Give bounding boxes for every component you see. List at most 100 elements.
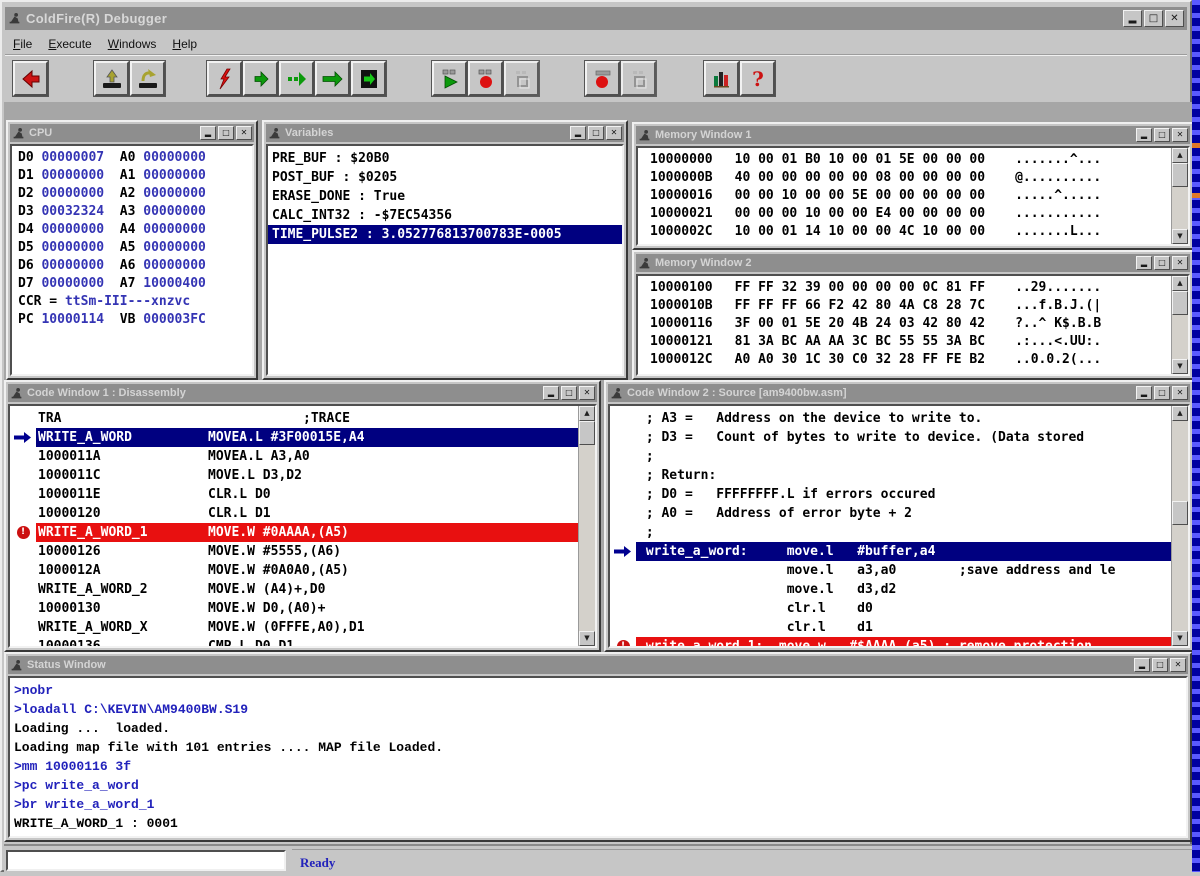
menu-execute[interactable]: Execute	[40, 35, 99, 53]
memory2-scroll-down-button[interactable]: ▼	[1172, 359, 1188, 374]
reload-program-button[interactable]	[130, 61, 165, 96]
code2-maximize-button[interactable]: □	[1154, 386, 1170, 400]
memory1-window-icon[interactable]	[638, 129, 651, 142]
memory1-maximize-button[interactable]: □	[1154, 128, 1170, 142]
memory2-minimize-button[interactable]: ▂	[1136, 256, 1152, 270]
step-into-button[interactable]	[243, 61, 278, 96]
menu-help[interactable]: Help	[164, 35, 205, 53]
source-row[interactable]: ; D0 = FFFFFFFF.L if errors occured	[610, 485, 1171, 504]
variables-minimize-button[interactable]: ▂	[570, 126, 586, 140]
memory2-scrollbar[interactable]: ▲▼	[1171, 276, 1188, 374]
variable-row[interactable]: TIME_PULSE2 : 3.052776813700783E-0005	[268, 225, 622, 244]
memory1-scrollbar[interactable]: ▲▼	[1171, 148, 1188, 244]
code-row[interactable]: !WRITE_A_WORD_1MOVE.W #0AAAA,(A5)	[10, 523, 578, 542]
variables-maximize-button[interactable]: □	[588, 126, 604, 140]
menu-file[interactable]: File	[5, 35, 40, 53]
memory-row[interactable]: 1000001600 00 10 00 00 5E 00 00 00 00 00…	[638, 187, 1171, 205]
memory1-titlebar[interactable]: Memory Window 1▂□✕	[636, 126, 1190, 144]
memory-row[interactable]: 1000002100 00 00 10 00 00 E4 00 00 00 00…	[638, 205, 1171, 223]
code2-scrollbar[interactable]: ▲▼	[1171, 406, 1188, 646]
app-close-button[interactable]: ✕	[1165, 10, 1184, 27]
back-button[interactable]	[13, 61, 48, 96]
run-to-button[interactable]	[351, 61, 386, 96]
code-row[interactable]: 10000136CMP.L D0,D1	[10, 637, 578, 646]
run-to-breakpoint-button[interactable]	[432, 61, 467, 96]
code-row[interactable]: 1000011CMOVE.L D3,D2	[10, 466, 578, 485]
memory2-close-button[interactable]: ✕	[1172, 256, 1188, 270]
variable-row[interactable]: POST_BUF : $0205	[268, 168, 622, 187]
memory2-scroll-thumb[interactable]	[1172, 291, 1188, 315]
code-row[interactable]: 1000011AMOVEA.L A3,A0	[10, 447, 578, 466]
variable-row[interactable]: PRE_BUF : $20B0	[268, 149, 622, 168]
code1-scroll-thumb[interactable]	[579, 421, 595, 445]
memory1-minimize-button[interactable]: ▂	[1136, 128, 1152, 142]
code-row[interactable]: WRITE_A_WORD_2MOVE.W (A4)+,D0	[10, 580, 578, 599]
memory1-close-button[interactable]: ✕	[1172, 128, 1188, 142]
set-breakpoint-button[interactable]	[468, 61, 503, 96]
menu-windows[interactable]: Windows	[100, 35, 165, 53]
source-row[interactable]: ; Return:	[610, 466, 1171, 485]
performance-button[interactable]	[704, 61, 739, 96]
code1-scrollbar[interactable]: ▲▼	[578, 406, 595, 646]
code-row[interactable]: WRITE_A_WORD_XMOVE.W (0FFFE,A0),D1	[10, 618, 578, 637]
code2-close-button[interactable]: ✕	[1172, 386, 1188, 400]
step-over-button[interactable]	[279, 61, 314, 96]
source-row[interactable]: ! write_a_word_1: move.w #$AAAA,(a5) ; r…	[610, 637, 1171, 646]
reset-button[interactable]	[207, 61, 242, 96]
source-row[interactable]: ; D3 = Count of bytes to write to device…	[610, 428, 1171, 447]
source-row[interactable]: ; A3 = Address on the device to write to…	[610, 409, 1171, 428]
code2-scroll-thumb[interactable]	[1172, 501, 1188, 525]
source-row[interactable]: clr.l d0	[610, 599, 1171, 618]
app-minimize-button[interactable]: ▂	[1123, 10, 1142, 27]
source-row[interactable]: move.l d3,d2	[610, 580, 1171, 599]
source-row[interactable]: ;	[610, 447, 1171, 466]
clear-breakpoint-button[interactable]	[504, 61, 539, 96]
command-input[interactable]	[6, 850, 286, 871]
code1-titlebar[interactable]: Code Window 1 : Disassembly▂□✕	[8, 384, 597, 402]
code1-close-button[interactable]: ✕	[579, 386, 595, 400]
memory2-titlebar[interactable]: Memory Window 2▂□✕	[636, 254, 1190, 272]
code1-scroll-up-button[interactable]: ▲	[579, 406, 595, 421]
run-button[interactable]	[315, 61, 350, 96]
memory2-maximize-button[interactable]: □	[1154, 256, 1170, 270]
variable-row[interactable]: ERASE_DONE : True	[268, 187, 622, 206]
app-icon[interactable]	[8, 12, 21, 25]
status-titlebar[interactable]: Status Window▂□✕	[8, 656, 1188, 674]
code1-maximize-button[interactable]: □	[561, 386, 577, 400]
cpu-close-button[interactable]: ✕	[236, 126, 252, 140]
code2-scroll-down-button[interactable]: ▼	[1172, 631, 1188, 646]
memory2-scroll-up-button[interactable]: ▲	[1172, 276, 1188, 291]
source-row[interactable]: ;	[610, 523, 1171, 542]
variable-row[interactable]: CALC_INT32 : -$7EC54356	[268, 206, 622, 225]
code-row[interactable]: WRITE_A_WORDMOVEA.L #3F00015E,A4	[10, 428, 578, 447]
code-row[interactable]: 10000120CLR.L D1	[10, 504, 578, 523]
source-row[interactable]: move.l a3,a0 ;save address and le	[610, 561, 1171, 580]
code1-scroll-down-button[interactable]: ▼	[579, 631, 595, 646]
memory2-window-icon[interactable]	[638, 257, 651, 270]
memory-row[interactable]: 1000010BFF FF FF 66 F2 42 80 4A C8 28 7C…	[638, 297, 1171, 315]
app-titlebar[interactable]: ColdFire(R) Debugger ▂ □ ✕	[5, 7, 1187, 30]
code-row[interactable]: 1000011ECLR.L D0	[10, 485, 578, 504]
code2-window-icon[interactable]	[610, 387, 623, 400]
status-maximize-button[interactable]: □	[1152, 658, 1168, 672]
source-row[interactable]: write_a_word: move.l #buffer,a4	[610, 542, 1171, 561]
memory1-scroll-thumb[interactable]	[1172, 163, 1188, 187]
variables-titlebar[interactable]: Variables▂□✕	[266, 124, 624, 142]
code2-titlebar[interactable]: Code Window 2 : Source [am9400bw.asm]▂□✕	[608, 384, 1190, 402]
code-row[interactable]: 10000126MOVE.W #5555,(A6)	[10, 542, 578, 561]
variables-window-icon[interactable]	[268, 127, 281, 140]
cpu-window-icon[interactable]	[12, 127, 25, 140]
cpu-titlebar[interactable]: CPU▂□✕	[10, 124, 254, 142]
status-minimize-button[interactable]: ▂	[1134, 658, 1150, 672]
memory-row[interactable]: 1000012CA0 A0 30 1C 30 C0 32 28 FF FE B2…	[638, 351, 1171, 369]
code1-window-icon[interactable]	[10, 387, 23, 400]
help-button[interactable]: ?	[740, 61, 775, 96]
app-maximize-button[interactable]: □	[1144, 10, 1163, 27]
source-row[interactable]: ; A0 = Address of error byte + 2	[610, 504, 1171, 523]
code2-minimize-button[interactable]: ▂	[1136, 386, 1152, 400]
code1-minimize-button[interactable]: ▂	[543, 386, 559, 400]
halt-button[interactable]	[621, 61, 656, 96]
load-program-button[interactable]	[94, 61, 129, 96]
code-row[interactable]: 10000130MOVE.W D0,(A0)+	[10, 599, 578, 618]
memory-row[interactable]: 100001163F 00 01 5E 20 4B 24 03 42 80 42…	[638, 315, 1171, 333]
